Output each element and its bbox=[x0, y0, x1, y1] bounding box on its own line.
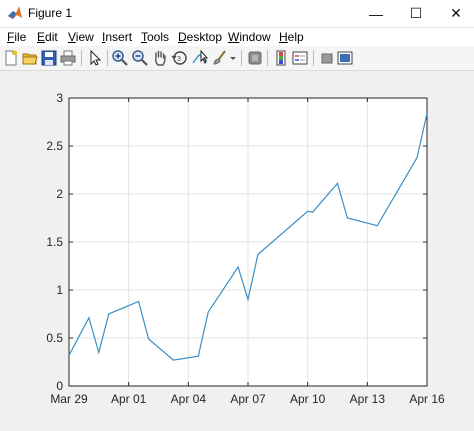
print-icon[interactable] bbox=[59, 49, 77, 67]
matlab-app-icon bbox=[8, 6, 22, 19]
y-tick-label: 0 bbox=[56, 379, 63, 393]
toolbar-separator bbox=[313, 50, 314, 66]
link-plot-icon[interactable] bbox=[246, 49, 264, 67]
y-tick-label: 2 bbox=[56, 187, 63, 201]
figure-canvas: Mar 29 Apr 01 Apr 04 Apr 07 Apr 10 Apr 13 Apr … bbox=[0, 71, 474, 426]
toolbar-separator bbox=[107, 50, 108, 66]
title-bar: Figure 1 — ☐ ✕ bbox=[0, 0, 474, 28]
maximize-icon: ☐ bbox=[409, 5, 423, 21]
zoom-out-icon[interactable] bbox=[131, 49, 149, 67]
menu-view[interactable]: View bbox=[68, 30, 94, 44]
y-tick-label: 1 bbox=[56, 283, 63, 297]
close-icon: ✕ bbox=[450, 5, 462, 21]
legend-icon[interactable] bbox=[291, 49, 309, 67]
y-tick-label: 1.5 bbox=[46, 235, 63, 249]
x-tick-label: Mar 29 bbox=[50, 392, 88, 406]
show-plot-tools-icon[interactable] bbox=[336, 49, 354, 67]
open-file-icon[interactable] bbox=[21, 49, 39, 67]
toolbar-separator bbox=[81, 50, 82, 66]
menu-bar: File Edit View Insert Tools Desktop Wind… bbox=[0, 28, 474, 46]
minimize-button[interactable]: — bbox=[358, 0, 394, 27]
toolbar-separator bbox=[241, 50, 242, 66]
menu-desktop[interactable]: Desktop bbox=[178, 30, 222, 44]
minimize-icon: — bbox=[369, 5, 383, 22]
x-tick-label: Apr 07 bbox=[230, 392, 266, 406]
menu-help[interactable]: Help bbox=[279, 30, 304, 44]
x-tick-label: Apr 01 bbox=[111, 392, 147, 406]
y-tick-label: 0.5 bbox=[46, 331, 63, 345]
close-button[interactable]: ✕ bbox=[438, 0, 474, 27]
new-figure-icon[interactable] bbox=[2, 49, 20, 67]
edit-plot-arrow-icon[interactable] bbox=[86, 49, 104, 67]
menu-insert[interactable]: Insert bbox=[102, 30, 132, 44]
brush-dropdown-icon[interactable] bbox=[228, 49, 238, 67]
svg-text:3: 3 bbox=[177, 56, 181, 63]
x-tick-label: Apr 16 bbox=[409, 392, 445, 406]
menu-window[interactable]: Window bbox=[228, 30, 271, 44]
brush-icon[interactable] bbox=[211, 49, 229, 67]
menu-tools[interactable]: Tools bbox=[141, 30, 169, 44]
maximize-button[interactable]: ☐ bbox=[398, 0, 434, 27]
pan-hand-icon[interactable] bbox=[151, 49, 169, 67]
x-tick-label: Apr 10 bbox=[290, 392, 326, 406]
line-chart[interactable]: Mar 29 Apr 01 Apr 04 Apr 07 Apr 10 Apr 13 Apr … bbox=[0, 71, 474, 426]
data-cursor-icon[interactable] bbox=[191, 49, 209, 67]
hide-plot-tools-icon[interactable] bbox=[318, 49, 336, 67]
toolbar-separator bbox=[267, 50, 268, 66]
menu-file[interactable]: File bbox=[7, 30, 26, 44]
colorbar-icon[interactable] bbox=[272, 49, 290, 67]
zoom-in-icon[interactable] bbox=[111, 49, 129, 67]
x-tick-label: Apr 04 bbox=[171, 392, 207, 406]
rotate-3d-icon[interactable]: 3 bbox=[171, 49, 189, 67]
x-tick-label: Apr 13 bbox=[350, 392, 386, 406]
window-title: Figure 1 bbox=[28, 6, 73, 20]
figure-toolbar: 3 bbox=[0, 46, 474, 71]
menu-edit[interactable]: Edit bbox=[37, 30, 58, 44]
y-tick-label: 3 bbox=[56, 91, 63, 105]
save-icon[interactable] bbox=[40, 49, 58, 67]
y-tick-label: 2.5 bbox=[46, 139, 63, 153]
